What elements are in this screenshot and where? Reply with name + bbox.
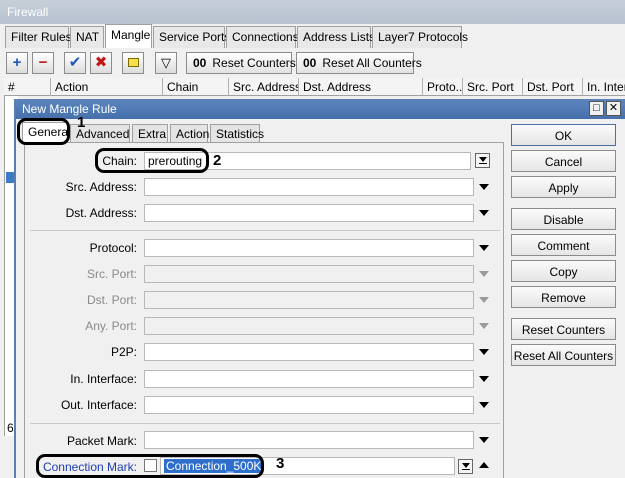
out-interface-dropdown-icon[interactable] [479,402,489,408]
reset-counters-button[interactable]: 00 Reset Counters [186,52,296,74]
col-dst-port[interactable]: Dst. Port [522,78,582,96]
out-interface-field[interactable] [144,396,474,414]
src-port-dropdown-icon[interactable] [479,271,489,277]
firewall-title-bar: Firewall [0,0,625,24]
packet-mark-dropdown-icon[interactable] [479,437,489,443]
tab-action[interactable]: Action [170,124,209,143]
col-src-port[interactable]: Src. Port [462,78,522,96]
tab-nat[interactable]: NAT [70,26,104,48]
apply-button[interactable]: Apply [511,176,616,198]
tab-connections[interactable]: Connections [226,26,299,48]
callout-connection-mark [36,454,264,478]
firewall-title: Firewall [7,5,49,19]
separator [30,230,500,231]
disable-x-icon[interactable]: ✖ [90,52,112,74]
counter-icon: 00 [303,56,317,70]
remove-icon[interactable]: − [32,52,54,74]
in-interface-field[interactable] [144,370,474,388]
comment-button[interactable]: Comment [511,234,616,256]
tab-mangle[interactable]: Mangle [105,24,152,48]
cancel-button[interactable]: Cancel [511,150,616,172]
dialog-title-bar[interactable]: New Mangle Rule □ ✕ [16,100,625,119]
col-in-interface[interactable]: In. Inter... [582,78,625,96]
firewall-tabs: Filter Rules NAT Mangle Service Ports Co… [0,24,625,48]
dst-address-field[interactable] [144,204,474,222]
dst-port-dropdown-icon[interactable] [479,297,489,303]
rules-table-header: # Action Chain Src. Address Dst. Address… [4,78,625,96]
dialog-title: New Mangle Rule [22,102,117,116]
p2p-label: P2P: [110,345,137,359]
src-port-field[interactable] [144,265,474,283]
counter-icon: 00 [193,56,207,70]
callout-number-3: 3 [276,455,285,472]
protocol-field[interactable] [144,239,474,257]
filter-funnel-icon[interactable]: ▽ [155,52,177,74]
src-address-label: Src. Address: [65,180,137,194]
dst-port-field[interactable] [144,291,474,309]
in-interface-dropdown-icon[interactable] [479,376,489,382]
col-dst-address[interactable]: Dst. Address [298,78,422,96]
tab-service-ports[interactable]: Service Ports [153,26,230,48]
tab-statistics[interactable]: Statistics [210,124,264,143]
tab-extra[interactable]: Extra [132,124,168,143]
copy-button[interactable]: Copy [511,260,616,282]
chain-dropdown-icon[interactable] [475,153,490,168]
comment-note-icon[interactable] [122,52,144,74]
dst-address-dropdown-icon[interactable] [479,210,489,216]
p2p-dropdown-icon[interactable] [479,349,489,355]
tab-layer7-protocols[interactable]: Layer7 Protocols [372,26,468,48]
callout-general-tab [17,118,70,145]
out-interface-label: Out. Interface: [60,398,137,412]
p2p-field[interactable] [144,343,474,361]
reset-all-counters-button[interactable]: 00 Reset All Counters [296,52,422,74]
ok-button[interactable]: OK [511,124,616,146]
callout-chain-field [95,148,209,173]
src-port-label: Src. Port: [86,267,137,281]
connection-mark-dropdown-icon[interactable] [458,459,473,474]
reset-all-counters-dialog-button[interactable]: Reset All Counters [511,344,616,366]
dst-port-label: Dst. Port: [86,293,137,307]
any-port-dropdown-icon[interactable] [479,323,489,329]
tab-filter-rules[interactable]: Filter Rules [5,26,72,48]
enable-check-icon[interactable]: ✔ [64,52,86,74]
protocol-label: Protocol: [89,241,137,255]
remove-button[interactable]: Remove [511,286,616,308]
col-chain[interactable]: Chain [162,78,228,96]
packet-mark-label: Packet Mark: [66,434,137,448]
callout-number-2: 2 [213,152,222,169]
close-icon[interactable]: ✕ [606,101,621,116]
callout-number-1: 1 [77,114,86,131]
maximize-icon[interactable]: □ [589,101,604,116]
tab-address-lists[interactable]: Address Lists [297,26,375,48]
any-port-label: Any. Port: [85,319,137,333]
dst-address-label: Dst. Address: [65,206,137,220]
src-address-field[interactable] [144,178,474,196]
dialog-tabs: General Advanced Extra Action Statistics [16,121,506,143]
any-port-field[interactable] [144,317,474,335]
col-number[interactable]: # [4,78,28,96]
col-src-address[interactable]: Src. Address [228,78,298,96]
protocol-dropdown-icon[interactable] [479,245,489,251]
reset-counters-dialog-button[interactable]: Reset Counters [511,318,616,340]
separator [30,423,500,424]
disable-button[interactable]: Disable [511,208,616,230]
reset-counters-label: Reset Counters [212,56,296,70]
add-icon[interactable]: + [6,52,28,74]
connection-mark-collapse-icon[interactable] [479,462,489,468]
src-address-dropdown-icon[interactable] [479,184,489,190]
row-count: 6 [7,421,14,435]
in-interface-label: In. Interface: [70,372,137,386]
col-action[interactable]: Action [50,78,162,96]
packet-mark-field[interactable] [144,431,474,449]
reset-all-counters-label: Reset All Counters [322,56,422,70]
col-protocol[interactable]: Proto... [422,78,462,96]
firewall-toolbar: + − ✔ ✖ ▽ 00 Reset Counters 00 Reset All C… [0,50,625,76]
